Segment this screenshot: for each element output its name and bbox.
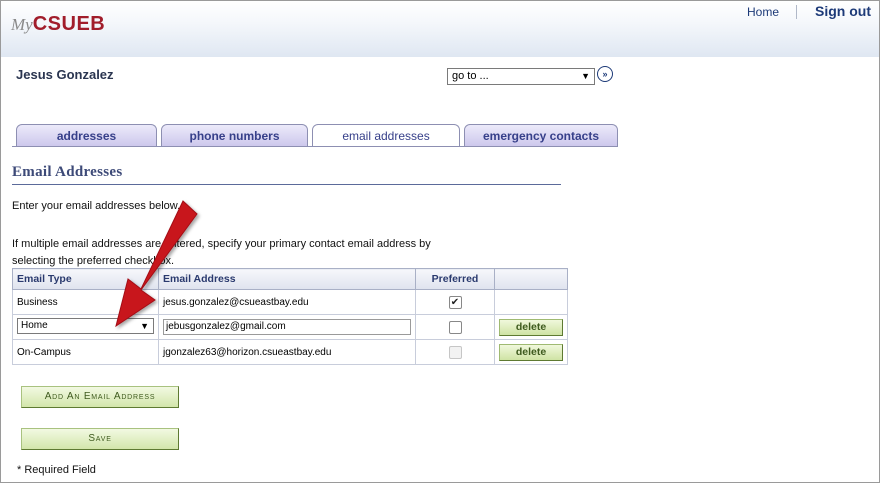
table-header-row: Email Type Email Address Preferred (12, 268, 568, 290)
save-button[interactable]: Save (21, 428, 179, 450)
column-header-type: Email Type (12, 268, 159, 290)
action-cell (494, 289, 568, 315)
home-link[interactable]: Home (747, 5, 779, 19)
email-type-cell: Home ▼ (12, 314, 159, 340)
mycsueb-logo[interactable]: MyCSUEB (11, 13, 105, 36)
tab-email-addresses[interactable]: email addresses (312, 124, 460, 146)
delete-button[interactable]: delete (499, 318, 563, 336)
sign-out-link[interactable]: Sign out (815, 3, 871, 19)
delete-button[interactable]: delete (499, 343, 563, 361)
email-address-input[interactable]: jebusgonzalez@gmail.com (163, 319, 411, 335)
email-address-cell: jebusgonzalez@gmail.com (158, 314, 416, 340)
double-chevron-right-icon[interactable]: » (597, 66, 613, 82)
preferred-checkbox[interactable]: ✔ (448, 295, 462, 309)
instructions-text: If multiple email addresses are entered,… (12, 238, 431, 267)
email-table: Email Type Email Address Preferred Busin… (12, 268, 568, 365)
column-header-preferred: Preferred (415, 268, 495, 290)
column-header-action (494, 268, 568, 290)
logo-name-text: CSUEB (32, 13, 106, 35)
goto-select[interactable]: go to ... ▼ (447, 68, 595, 85)
table-row: Home ▼ jebusgonzalez@gmail.com delete (12, 314, 568, 340)
logo-my-text: My (11, 15, 33, 34)
required-field-note: * Required Field (17, 464, 96, 476)
header-divider (796, 5, 797, 19)
table-row: On-Campus jgonzalez63@horizon.csueastbay… (12, 339, 568, 365)
header-bar: MyCSUEB Home Sign out (1, 1, 879, 57)
action-cell: delete (494, 314, 568, 340)
tab-addresses[interactable]: addresses (16, 124, 157, 146)
dropdown-arrow-icon: ▼ (140, 320, 149, 331)
column-header-address: Email Address (158, 268, 416, 290)
email-type-cell: Business (12, 289, 159, 315)
preferred-cell (415, 314, 495, 340)
preferred-cell (415, 339, 495, 365)
tab-phone-numbers[interactable]: phone numbers (161, 124, 308, 146)
table-row: Business jesus.gonzalez@csueastbay.edu ✔ (12, 289, 568, 315)
dropdown-arrow-icon: ▼ (581, 71, 590, 81)
intro-text: Enter your email addresses below. (12, 200, 181, 212)
section-title: Email Addresses (12, 164, 123, 180)
student-name: Jesus Gonzalez (16, 67, 114, 82)
goto-selected-value: go to ... (452, 70, 489, 82)
email-address-cell: jesus.gonzalez@csueastbay.edu (158, 289, 416, 315)
email-type-selected-value: Home (21, 319, 48, 331)
section-divider (12, 184, 561, 185)
preferred-checkbox[interactable] (448, 320, 462, 334)
action-cell: delete (494, 339, 568, 365)
email-type-select[interactable]: Home ▼ (17, 317, 154, 334)
email-type-cell: On-Campus (12, 339, 159, 365)
add-email-address-button[interactable]: Add An Email Address (21, 386, 179, 408)
preferred-checkbox (448, 345, 462, 359)
email-address-cell: jgonzalez63@horizon.csueastbay.edu (158, 339, 416, 365)
tab-underline (12, 146, 618, 147)
preferred-cell: ✔ (415, 289, 495, 315)
tab-emergency-contacts[interactable]: emergency contacts (464, 124, 618, 146)
